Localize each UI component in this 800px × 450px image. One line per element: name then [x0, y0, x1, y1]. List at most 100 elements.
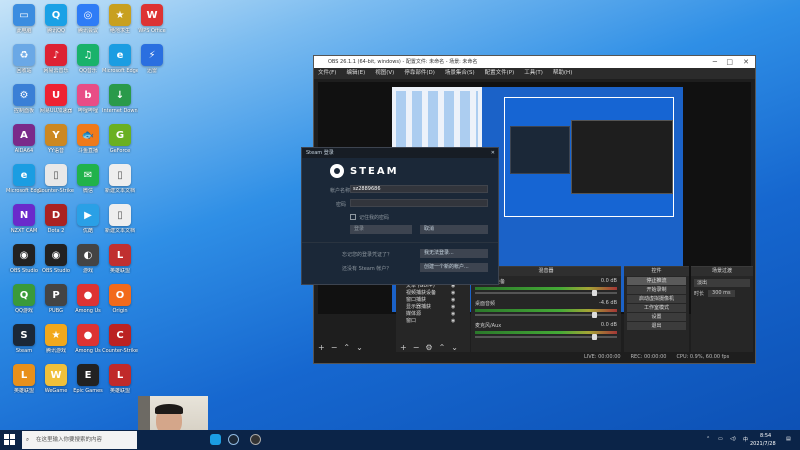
obs-titlebar[interactable]: OBS 26.1.1 (64-bit, windows) - 配置文件: 未命名…: [314, 56, 755, 68]
forgot-button[interactable]: 我无法登录...: [420, 249, 488, 258]
desktop-icon[interactable]: U 网易UU加速器: [38, 84, 74, 114]
source-item[interactable]: 视频捕获设备 ◉: [396, 290, 470, 297]
close-icon[interactable]: ✕: [491, 148, 495, 158]
add-scene-icon[interactable]: +: [318, 343, 325, 352]
add-source-icon[interactable]: +: [400, 343, 407, 352]
desktop-icon[interactable]: ★ 绝地求生: [102, 4, 138, 34]
volume-slider[interactable]: [475, 290, 617, 296]
edge-taskbar-icon[interactable]: [210, 434, 221, 445]
eye-icon[interactable]: ◉: [451, 304, 455, 311]
control-button[interactable]: 停止推流: [627, 277, 686, 285]
obs-taskbar-icon[interactable]: [250, 434, 261, 445]
desktop-icon[interactable]: N NZXT CAM: [6, 204, 42, 234]
desktop-icon[interactable]: ▯ Counter-Strike: [38, 164, 74, 194]
desktop-icon[interactable]: S Steam: [6, 324, 42, 354]
eye-icon[interactable]: ◉: [451, 311, 455, 318]
minimize-icon[interactable]: ─: [713, 56, 717, 68]
desktop-icon[interactable]: ▯ 新建文本文档: [102, 164, 138, 194]
desktop-icon[interactable]: W WeGame: [38, 364, 74, 394]
source-down-icon[interactable]: ⌄: [451, 343, 458, 352]
desktop-icon[interactable]: ▯ 新建文本文档: [102, 204, 138, 234]
ime-icon[interactable]: 中: [743, 436, 748, 443]
desktop-icon[interactable]: ◉ OBS Studio: [38, 244, 74, 274]
obs-menu-item[interactable]: 视图(V): [375, 68, 394, 79]
steam-titlebar[interactable]: Steam 登录 ✕: [302, 148, 498, 158]
volume-slider[interactable]: [475, 334, 617, 340]
desktop-icon[interactable]: P PUBG: [38, 284, 74, 314]
desktop-icon[interactable]: ● Among Us: [70, 324, 106, 354]
desktop-icon[interactable]: C Counter-Strike: [102, 324, 138, 354]
eye-icon[interactable]: ◉: [451, 290, 455, 297]
desktop-icon[interactable]: ✉ 微信: [70, 164, 106, 194]
desktop-icon[interactable]: L 英雄联盟: [102, 364, 138, 394]
password-input[interactable]: [350, 199, 488, 207]
source-item[interactable]: 媒体源 ◉: [396, 311, 470, 318]
source-up-icon[interactable]: ⌃: [439, 343, 446, 352]
duration-input[interactable]: 300 ms: [708, 290, 735, 297]
remove-source-icon[interactable]: −: [413, 343, 420, 352]
desktop-icon[interactable]: b 哔哩哔哩: [70, 84, 106, 114]
steam-login-window[interactable]: Steam 登录 ✕ STEAM 帐户名称 sz2889686 密码 记住我的密…: [301, 147, 499, 285]
control-button[interactable]: 设置: [627, 313, 686, 321]
login-button[interactable]: 登录: [350, 225, 412, 234]
volume-icon[interactable]: ◁): [730, 436, 736, 442]
remove-scene-icon[interactable]: −: [331, 343, 338, 352]
desktop-icon[interactable]: ⚙ 控制面板: [6, 84, 42, 114]
desktop-icon[interactable]: ◉ OBS Studio: [6, 244, 42, 274]
eye-icon[interactable]: ◉: [451, 297, 455, 304]
steam-taskbar-icon[interactable]: [228, 434, 239, 445]
desktop-icon[interactable]: ♪ 网易云音乐: [38, 44, 74, 74]
desktop-icon[interactable]: e Microsoft Edge: [6, 164, 42, 194]
network-icon[interactable]: ▭: [718, 436, 723, 442]
desktop-icon[interactable]: ♫ QQ音乐: [70, 44, 106, 74]
desktop-icon[interactable]: ★ 腾讯游戏: [38, 324, 74, 354]
desktop-icon[interactable]: ⚡ 迅雷: [134, 44, 170, 74]
desktop-icon[interactable]: Y YY语音: [38, 124, 74, 154]
control-button[interactable]: 开始录制: [627, 286, 686, 294]
desktop-icon[interactable]: G GeForce: [102, 124, 138, 154]
obs-menu-item[interactable]: 帮助(H): [553, 68, 572, 79]
desktop-icon[interactable]: A AIDA64: [6, 124, 42, 154]
create-account-button[interactable]: 创建一个新的帐户...: [420, 263, 488, 272]
cancel-button[interactable]: 取消: [420, 225, 488, 234]
move-up-icon[interactable]: ⌃: [343, 343, 350, 352]
maximize-icon[interactable]: □: [726, 56, 733, 68]
desktop-icon[interactable]: ◐ 游戏: [70, 244, 106, 274]
desktop-icon[interactable]: E Epic Games: [70, 364, 106, 394]
clock-date[interactable]: 2021/7/28: [750, 441, 776, 447]
control-button[interactable]: 启动虚拟摄像机: [627, 295, 686, 303]
close-icon[interactable]: ✕: [743, 56, 749, 68]
desktop-icon[interactable]: Q QQ游戏: [6, 284, 42, 314]
tray-arrow-icon[interactable]: ⌃: [706, 436, 710, 442]
control-button[interactable]: 退出: [627, 322, 686, 330]
obs-menu-item[interactable]: 编辑(E): [346, 68, 365, 79]
volume-slider[interactable]: [475, 312, 617, 318]
source-settings-icon[interactable]: ⚙: [425, 343, 432, 352]
account-input[interactable]: sz2889686: [350, 185, 488, 193]
source-item[interactable]: 窗口 ◉: [396, 318, 470, 325]
obs-menu-item[interactable]: 文件(F): [318, 68, 336, 79]
remember-checkbox[interactable]: [350, 214, 356, 220]
desktop-icon[interactable]: L 英雄联盟: [102, 244, 138, 274]
move-down-icon[interactable]: ⌄: [356, 343, 363, 352]
obs-menu-item[interactable]: 场景集合(S): [445, 68, 475, 79]
desktop-icon[interactable]: ♻ 回收站: [6, 44, 42, 74]
obs-menu-item[interactable]: 工具(T): [524, 68, 543, 79]
desktop-icon[interactable]: e Microsoft Edge: [102, 44, 138, 74]
obs-menu-item[interactable]: 配置文件(P): [485, 68, 515, 79]
desktop-icon[interactable]: Q 腾讯QQ: [38, 4, 74, 34]
desktop-icon[interactable]: ▶ 优酷: [70, 204, 106, 234]
desktop-icon[interactable]: 🐟 斗鱼直播: [70, 124, 106, 154]
source-item[interactable]: 窗口捕获 ◉: [396, 297, 470, 304]
obs-menu-item[interactable]: 停靠部件(D): [404, 68, 435, 79]
desktop-icon[interactable]: W WPS Office: [134, 4, 170, 34]
desktop-icon[interactable]: ↓ Internet Download: [102, 84, 138, 114]
desktop-icon[interactable]: L 英雄联盟: [6, 364, 42, 394]
desktop-icon[interactable]: ▭ 此电脑: [6, 4, 42, 34]
eye-icon[interactable]: ◉: [451, 318, 455, 325]
source-item[interactable]: 显示器捕获 ◉: [396, 304, 470, 311]
transition-select[interactable]: 淡出: [694, 279, 750, 287]
notification-icon[interactable]: ▤: [786, 436, 791, 442]
start-button[interactable]: [4, 434, 16, 446]
desktop-icon[interactable]: ◎ 腾讯会议: [70, 4, 106, 34]
